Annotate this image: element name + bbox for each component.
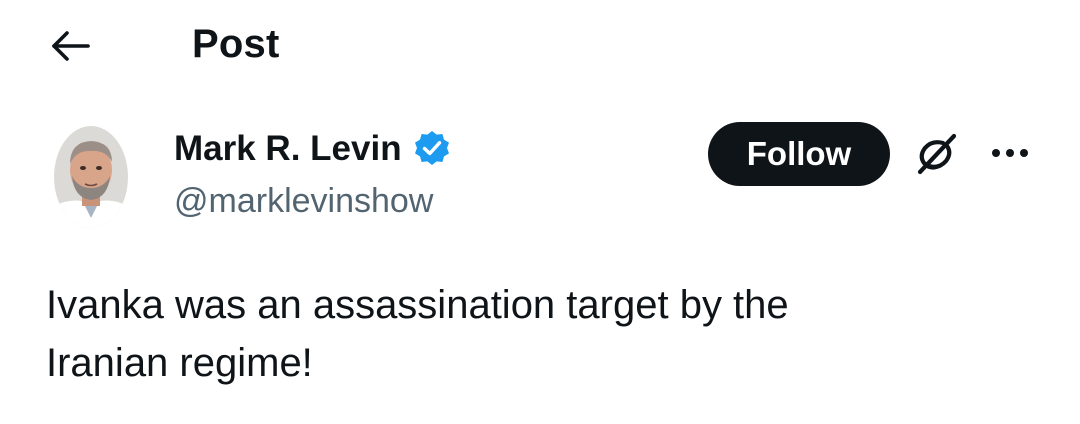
- more-options-button[interactable]: [986, 138, 1034, 168]
- post-text-line-2: Iranian regime!: [46, 341, 313, 385]
- grok-button[interactable]: [910, 128, 966, 180]
- author-handle[interactable]: @marklevinshow: [174, 180, 433, 222]
- avatar[interactable]: [54, 126, 128, 228]
- back-button[interactable]: [46, 22, 94, 70]
- author-display-name[interactable]: Mark R. Levin: [174, 127, 402, 171]
- more-options-icon: [986, 138, 1034, 168]
- arrow-left-icon: [46, 22, 94, 70]
- author-name-row: Mark R. Levin: [174, 126, 452, 172]
- follow-button[interactable]: Follow: [708, 122, 890, 186]
- page-title: Post: [192, 22, 280, 66]
- top-bar: Post: [0, 0, 1080, 90]
- post-text-line-1: Ivanka was an assassination target by th…: [46, 283, 789, 327]
- post-body: Ivanka was an assassination target by th…: [46, 276, 1006, 392]
- verified-badge-icon[interactable]: [412, 129, 452, 169]
- grok-icon: [910, 128, 966, 180]
- post-page: Post Mark R. Levin @marklevinshow Follow…: [0, 0, 1080, 424]
